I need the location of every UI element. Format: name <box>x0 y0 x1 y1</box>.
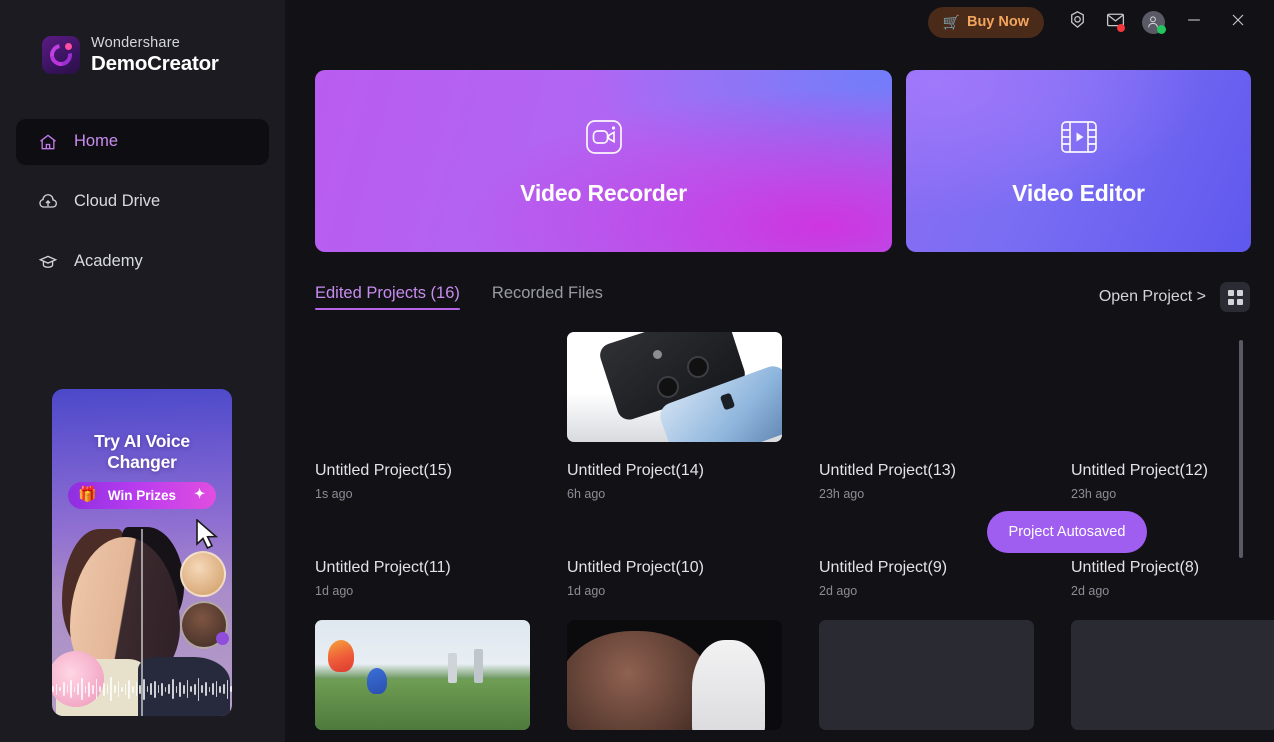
online-status-badge <box>1157 25 1166 34</box>
sidebar-item-academy[interactable]: Academy <box>16 239 269 285</box>
film-play-icon <box>1057 115 1101 164</box>
project-name: Untitled Project(11) <box>315 559 451 576</box>
tab-edited-projects[interactable]: Edited Projects (16) <box>315 284 460 310</box>
project-thumbnail <box>819 332 1047 442</box>
promo-cta-button[interactable]: 🎁 Win Prizes ✦ <box>68 482 216 509</box>
promo-headline-line1: Try AI Voice <box>94 431 190 451</box>
project-card[interactable]: Untitled Project(11) 1d ago <box>315 559 543 730</box>
unread-badge <box>1117 24 1125 32</box>
sidebar-nav: Home Cloud Drive Academy <box>0 118 285 285</box>
promo-headline: Try AI Voice Changer <box>52 389 232 473</box>
promo-artwork <box>52 527 232 716</box>
settings-button[interactable] <box>1058 3 1096 41</box>
project-name: Untitled Project(9) <box>819 559 948 576</box>
project-thumbnail <box>1071 620 1274 730</box>
project-card[interactable]: Untitled Project(10) 1d ago <box>567 559 795 730</box>
app-window: Wondershare DemoCreator Home Cloud Drive <box>0 0 1274 742</box>
promo-avatar-bubble <box>180 601 229 649</box>
window-titlebar: 🛒 Buy Now <box>927 0 1274 44</box>
home-icon <box>38 132 58 152</box>
grid-view-icon <box>1227 289 1243 305</box>
project-thumbnail <box>819 620 1034 730</box>
sidebar-item-label: Academy <box>74 252 143 271</box>
card-title: Video Recorder <box>520 180 687 206</box>
project-thumbnail <box>315 620 530 730</box>
project-name: Untitled Project(13) <box>819 462 956 479</box>
project-thumbnail <box>567 620 782 730</box>
toast-message: Project Autosaved <box>1008 524 1126 540</box>
tab-label: Recorded Files <box>491 284 603 302</box>
project-timestamp: 23h ago <box>819 487 865 501</box>
autosave-toast: Project Autosaved <box>987 511 1147 553</box>
project-card[interactable]: Untitled Project(15) 1s ago <box>315 332 543 501</box>
project-name: Untitled Project(8) <box>1071 559 1200 576</box>
cloud-upload-icon <box>38 192 58 212</box>
brand-logo: Wondershare DemoCreator <box>0 0 285 75</box>
project-name: Untitled Project(12) <box>1071 462 1208 479</box>
video-editor-card[interactable]: Video Editor <box>906 70 1251 252</box>
brand-product-name: DemoCreator <box>91 52 219 76</box>
shopping-cart-icon: 🛒 <box>942 13 960 30</box>
project-card[interactable]: Untitled Project(8) 2d ago <box>1071 559 1274 730</box>
promo-banner-ai-voice-changer[interactable]: Try AI Voice Changer 🎁 Win Prizes ✦ <box>52 389 232 716</box>
card-title: Video Editor <box>1012 180 1145 206</box>
sparkle-icon: ✦ <box>194 486 205 501</box>
sidebar-item-label: Cloud Drive <box>74 192 161 211</box>
main-content: 🛒 Buy Now Video Recorder Video Editor Ed… <box>285 0 1274 742</box>
project-card[interactable]: Untitled Project(12) 23h ago <box>1071 332 1274 501</box>
project-timestamp: 6h ago <box>567 487 606 501</box>
close-button[interactable] <box>1216 0 1260 44</box>
project-thumbnail <box>567 332 782 442</box>
project-card[interactable]: Untitled Project(14) 6h ago <box>567 332 795 501</box>
grid-view-toggle[interactable] <box>1220 282 1250 312</box>
democreator-logo-icon <box>42 36 80 75</box>
sidebar-item-cloud-drive[interactable]: Cloud Drive <box>16 179 269 225</box>
promo-cta-label: Win Prizes <box>107 488 177 503</box>
sidebar-item-home[interactable]: Home <box>16 118 269 165</box>
vertical-scrollbar[interactable] <box>1239 340 1243 558</box>
buy-now-label: Buy Now <box>966 14 1029 30</box>
project-timestamp: 1s ago <box>315 487 353 501</box>
project-timestamp: 1d ago <box>567 584 606 598</box>
project-name: Untitled Project(10) <box>567 559 704 576</box>
sidebar: Wondershare DemoCreator Home Cloud Drive <box>0 0 285 742</box>
brand-company-name: Wondershare <box>91 35 180 51</box>
feature-cards: Video Recorder Video Editor <box>315 70 1251 252</box>
tab-label: Edited Projects (16) <box>315 284 460 302</box>
buy-now-button[interactable]: 🛒 Buy Now <box>927 6 1044 38</box>
minimize-button[interactable] <box>1172 0 1216 44</box>
tab-recorded-files[interactable]: Recorded Files <box>492 284 603 310</box>
minimize-icon <box>1184 10 1204 35</box>
project-name: Untitled Project(14) <box>567 462 704 479</box>
project-timestamp: 2d ago <box>819 584 858 598</box>
project-name: Untitled Project(15) <box>315 462 452 479</box>
project-card[interactable]: Untitled Project(13) 23h ago <box>819 332 1047 501</box>
promo-headline-line2: Changer <box>107 452 177 472</box>
graduation-cap-icon <box>38 252 58 272</box>
sidebar-item-label: Home <box>74 132 119 151</box>
open-project-link[interactable]: Open Project > <box>1099 288 1206 306</box>
close-icon <box>1228 10 1248 35</box>
project-card[interactable]: Untitled Project(9) 2d ago <box>819 559 1047 730</box>
project-timestamp: 1d ago <box>315 584 354 598</box>
messages-button[interactable] <box>1096 3 1134 41</box>
gift-icon: 🎁 <box>78 486 97 503</box>
promo-avatar-bubble <box>180 551 226 597</box>
camera-record-icon <box>582 115 626 164</box>
audio-waveform-icon <box>52 672 232 706</box>
project-timestamp: 23h ago <box>1071 487 1117 501</box>
projects-toolbar: Edited Projects (16) Recorded Files Open… <box>315 280 1250 314</box>
project-thumbnail <box>1071 332 1274 442</box>
video-recorder-card[interactable]: Video Recorder <box>315 70 892 252</box>
gear-icon <box>1067 9 1088 35</box>
account-button[interactable] <box>1134 3 1172 41</box>
project-thumbnail <box>315 332 543 442</box>
project-timestamp: 2d ago <box>1071 584 1110 598</box>
